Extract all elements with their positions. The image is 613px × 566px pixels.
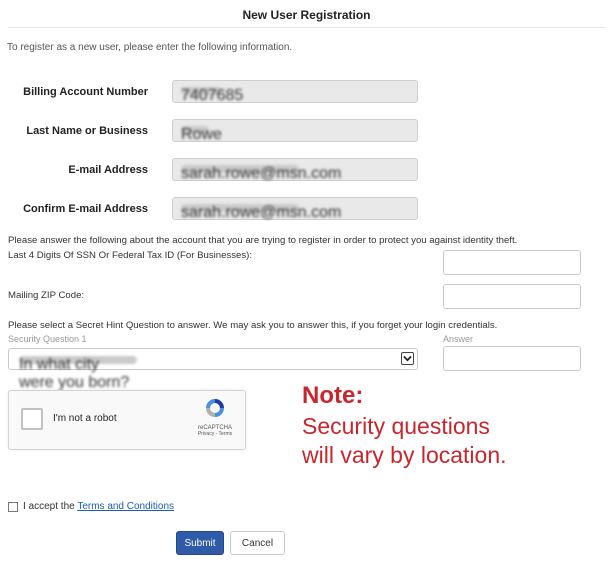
terms-prefix: I accept the (23, 501, 75, 512)
zip-label: Mailing ZIP Code: (8, 290, 85, 301)
note-body: Security questions will vary by location… (302, 412, 602, 470)
answer-label: Answer (443, 334, 474, 344)
chevron-down-icon[interactable] (401, 352, 414, 365)
answer-input[interactable] (443, 346, 581, 371)
recaptcha-links[interactable]: Privacy - Terms (193, 431, 237, 437)
cancel-button[interactable]: Cancel (230, 531, 285, 555)
recaptcha-logo: reCAPTCHA Privacy - Terms (193, 397, 237, 437)
note-heading: Note: (302, 382, 364, 409)
last-name-value: Rowe (181, 126, 222, 143)
email-label: E-mail Address (68, 164, 148, 176)
billing-account-value: 7407685 (181, 87, 244, 104)
security-question-value: In what city were you born? (19, 356, 137, 391)
title-divider (8, 27, 605, 28)
security-question-label: Security Question 1 (8, 334, 87, 344)
last-name-label: Last Name or Business (26, 125, 148, 137)
security-intro: Please select a Secret Hint Question to … (8, 320, 498, 331)
billing-account-label: Billing Account Number (23, 86, 148, 98)
recaptcha-checkbox[interactable] (21, 408, 43, 430)
terms-checkbox[interactable] (8, 502, 18, 512)
intro-text: To register as a new user, please enter … (7, 42, 293, 53)
confirm-email-field[interactable]: sarah.rowe@msn.com (172, 197, 418, 221)
note-line-2: will vary by location. (302, 442, 507, 468)
recaptcha-logo-icon (206, 399, 224, 417)
zip-input[interactable] (443, 284, 581, 309)
recaptcha-widget: I'm not a robot reCAPTCHA Privacy - Term… (8, 390, 246, 450)
email-field[interactable]: sarah.rowe@msn.com (172, 158, 418, 182)
submit-button[interactable]: Submit (176, 531, 224, 555)
terms-link[interactable]: Terms and Conditions (77, 501, 174, 512)
page-title: New User Registration (242, 8, 371, 22)
ssn-input[interactable] (443, 250, 581, 275)
identity-intro: Please answer the following about the ac… (8, 235, 518, 246)
billing-account-field[interactable]: 7407685 (172, 80, 418, 104)
terms-text: I accept the Terms and Conditions (23, 501, 174, 512)
recaptcha-label: I'm not a robot (53, 413, 117, 424)
confirm-email-value: sarah.rowe@msn.com (181, 204, 342, 221)
ssn-label: Last 4 Digits Of SSN Or Federal Tax ID (… (8, 250, 253, 261)
note-line-1: Security questions (302, 413, 490, 439)
last-name-field[interactable]: Rowe (172, 119, 418, 143)
confirm-email-label: Confirm E-mail Address (23, 203, 148, 215)
security-question-select[interactable]: In what city were you born? (8, 348, 418, 391)
email-value: sarah.rowe@msn.com (181, 165, 342, 182)
